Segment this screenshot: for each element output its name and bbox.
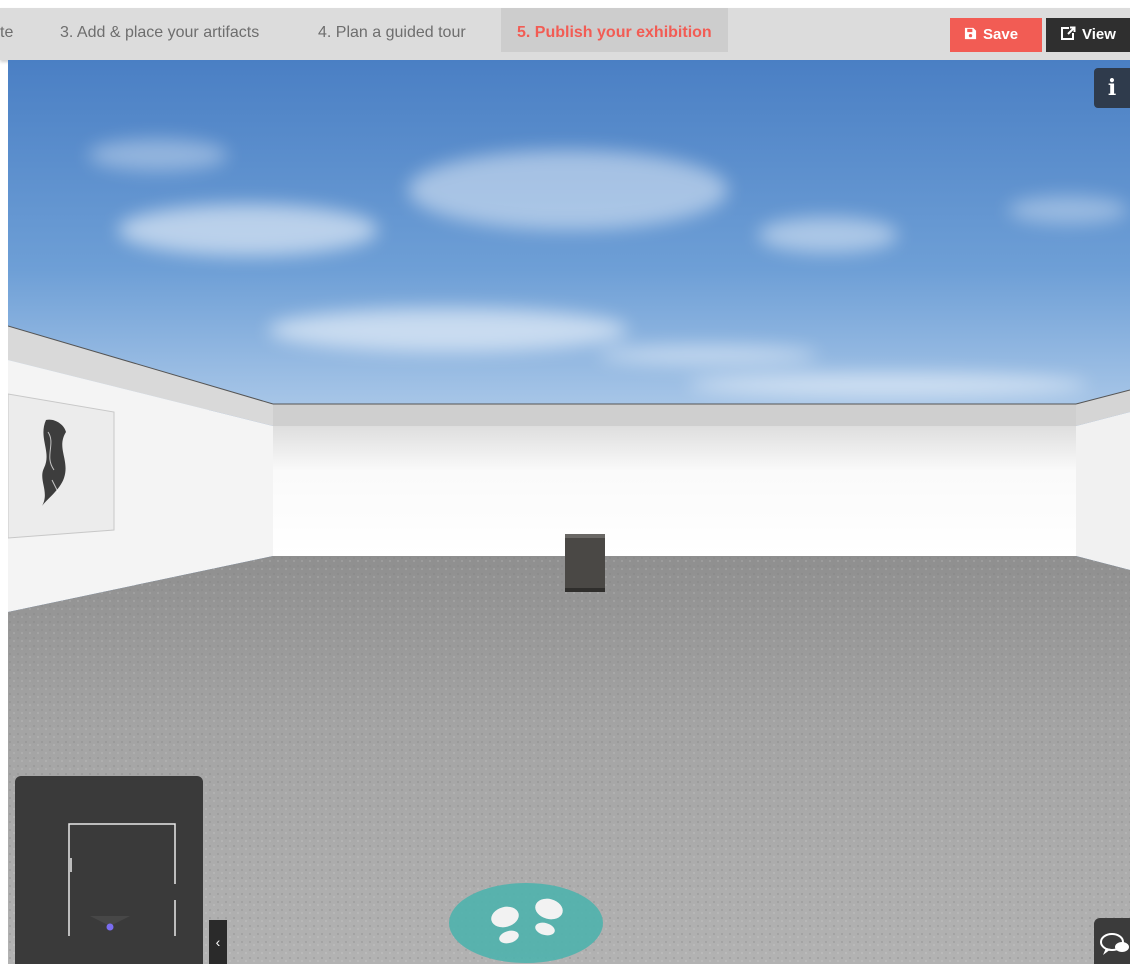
gallery-3d-viewport[interactable]: i ‹ [8, 60, 1130, 964]
save-label: Save [983, 26, 1019, 43]
save-button[interactable]: Save [950, 18, 1042, 52]
player-position-marker [106, 923, 114, 931]
info-button[interactable]: i [1094, 68, 1130, 108]
step-5-publish[interactable]: 5. Publish your exhibition [501, 8, 728, 52]
view-button[interactable]: View [1046, 18, 1130, 52]
chat-bubbles-icon [1100, 933, 1129, 955]
chat-button[interactable] [1094, 918, 1130, 964]
minimap-collapse-button[interactable]: ‹ [209, 920, 227, 964]
walk-mode-button[interactable] [449, 879, 603, 963]
minimap-floorplan [68, 823, 176, 936]
step-4-guided-tour[interactable]: 4. Plan a guided tour [318, 8, 466, 52]
chevron-left-icon: ‹ [215, 934, 221, 950]
top-toolbar: te 3. Add & place your artifacts 4. Plan… [0, 0, 1130, 60]
info-icon: i [1107, 75, 1117, 101]
step-2-partial[interactable]: te [0, 8, 13, 52]
minimap[interactable] [15, 776, 203, 964]
step-3-add-artifacts[interactable]: 3. Add & place your artifacts [60, 8, 259, 52]
external-link-icon [1061, 26, 1076, 41]
view-label: View [1082, 26, 1116, 43]
step-navigation: te 3. Add & place your artifacts 4. Plan… [0, 8, 1130, 60]
floppy-disk-icon [964, 27, 977, 40]
